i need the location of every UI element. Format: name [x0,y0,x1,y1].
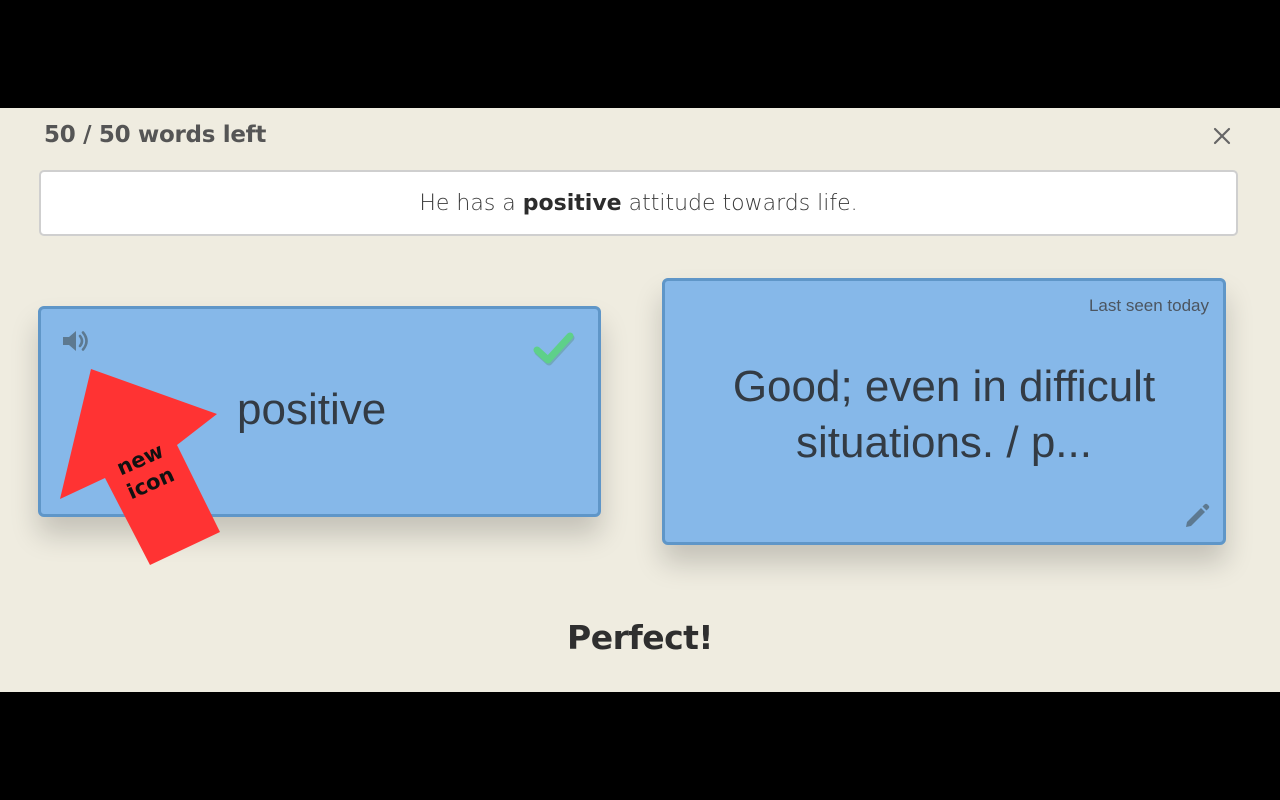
letterbox-top [0,0,1280,108]
example-sentence: He has a positive attitude towards life. [39,170,1238,236]
card-word: positive [237,385,387,434]
last-seen-label: Last seen today [1088,296,1209,315]
speaker-icon[interactable] [60,326,92,356]
word-card[interactable]: positive [38,306,601,517]
card-definition: Good; even in difficult situations. / p.… [732,362,1156,467]
sentence-before: He has a [419,190,516,216]
letterbox-bottom [0,692,1280,800]
flashcard-app: 50 / 50 words left He has a positive att… [0,108,1280,692]
close-icon [1213,127,1231,145]
pencil-icon[interactable] [1182,501,1212,531]
definition-card[interactable]: Last seen today Good; even in difficult … [662,278,1226,545]
check-icon [532,331,576,367]
sentence-after: attitude towards life. [628,190,858,216]
close-button[interactable] [1206,120,1238,152]
feedback-message: Perfect! [567,618,713,657]
sentence-keyword: positive [522,190,622,216]
words-left-counter: 50 / 50 words left [44,122,267,148]
